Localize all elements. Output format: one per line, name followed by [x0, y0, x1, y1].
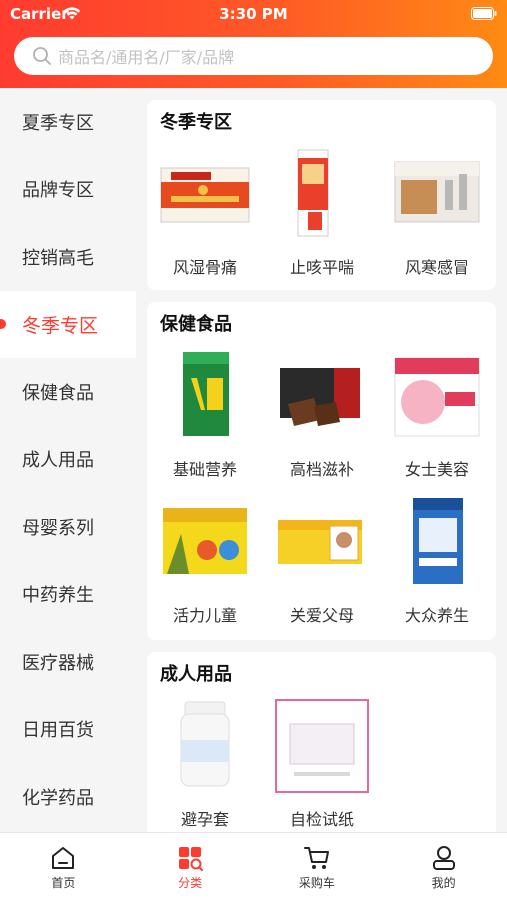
product-name: 基础营养 — [172, 460, 237, 479]
sidebar-item-label: 日用百货 — [22, 720, 94, 742]
product-content: 冬季专区 风湿骨痛 止咳平喘 风寒感冒 保健食品 基础营养 高档滋补 女士美容 … — [136, 88, 507, 832]
product-image — [413, 498, 463, 584]
sidebar-item-label: 中药养生 — [22, 585, 94, 607]
sidebar-item-winter[interactable]: 冬季专区 — [0, 290, 136, 358]
product-name: 关爱父母 — [289, 606, 354, 625]
product-image — [394, 357, 480, 437]
tab-label: 分类 — [178, 876, 203, 890]
sidebar-item-maternal[interactable]: 母婴系列 — [0, 493, 136, 561]
product-name: 风寒感冒 — [404, 258, 469, 277]
sidebar-item-chemical-drugs[interactable]: 化学药品 — [0, 763, 136, 831]
home-icon — [52, 847, 75, 869]
sidebar-item-medical-devices[interactable]: 医疗器械 — [0, 628, 136, 696]
sidebar-item-label: 控销高毛 — [22, 247, 94, 269]
sidebar-item-summer[interactable]: 夏季专区 — [0, 88, 136, 156]
tab-cart[interactable]: 采购车 — [254, 833, 381, 900]
category-icon — [179, 847, 204, 871]
section-card: 保健食品 基础营养 高档滋补 女士美容 活力儿童 关爱父母 大众养生 — [147, 302, 496, 640]
product-image — [394, 161, 480, 223]
product-item[interactable]: 活力儿童 — [155, 494, 255, 626]
tab-label: 首页 — [51, 876, 76, 890]
product-item[interactable]: 止咳平喘 — [272, 146, 372, 278]
bottom-tab-bar: 首页 分类 采购车 我的 — [0, 832, 507, 900]
sidebar-item-label: 医疗器械 — [22, 652, 94, 674]
tab-label: 采购车 — [298, 876, 335, 890]
product-image — [280, 368, 360, 426]
search-icon — [33, 47, 51, 65]
sidebar-item-brand[interactable]: 品牌专区 — [0, 156, 136, 224]
product-item[interactable]: 高档滋补 — [272, 348, 372, 480]
product-name: 风湿骨痛 — [172, 258, 237, 277]
clock: 3:30 PM — [219, 5, 288, 23]
product-name: 高档滋补 — [289, 460, 354, 479]
product-name: 止咳平喘 — [289, 258, 354, 277]
product-item[interactable]: 风寒感冒 — [387, 146, 487, 278]
product-item[interactable]: 风湿骨痛 — [155, 146, 255, 278]
product-item[interactable]: 女士美容 — [387, 348, 487, 480]
product-image — [278, 520, 362, 564]
sidebar-item-health-food[interactable]: 保健食品 — [0, 358, 136, 426]
product-name: 自检试纸 — [289, 810, 354, 829]
product-name: 大众养生 — [404, 606, 469, 625]
sidebar-item-label: 品牌专区 — [22, 180, 94, 202]
product-item[interactable]: 基础营养 — [155, 348, 255, 480]
section-title: 冬季专区 — [160, 112, 232, 133]
sidebar-item-label: 保健食品 — [22, 382, 94, 404]
product-image — [297, 149, 329, 237]
battery-icon — [471, 7, 497, 20]
sidebar-item-label: 化学药品 — [22, 787, 94, 809]
tab-category[interactable]: 分类 — [127, 833, 254, 900]
product-item[interactable]: 自检试纸 — [272, 698, 372, 830]
product-image — [183, 352, 229, 436]
profile-icon — [432, 846, 455, 870]
sidebar-item-label: 成人用品 — [22, 450, 94, 472]
sidebar-item-label: 母婴系列 — [22, 517, 94, 539]
section-title: 保健食品 — [160, 314, 232, 335]
sidebar-item-controlled[interactable]: 控销高毛 — [0, 223, 136, 291]
category-sidebar: 夏季专区 品牌专区 控销高毛 冬季专区 保健食品 成人用品 母婴系列 中药养生 … — [0, 88, 136, 832]
product-item[interactable]: 避孕套 — [155, 698, 255, 830]
sidebar-item-adult[interactable]: 成人用品 — [0, 426, 136, 494]
product-item[interactable]: 大众养生 — [387, 494, 487, 626]
status-bar: Carrier 3:30 PM — [0, 0, 507, 30]
sidebar-item-label: 冬季专区 — [22, 314, 99, 337]
sidebar-item-daily-goods[interactable]: 日用百货 — [0, 696, 136, 764]
product-image — [275, 699, 369, 793]
product-image — [163, 508, 247, 574]
section-title: 成人用品 — [160, 664, 232, 685]
product-item[interactable]: 关爱父母 — [272, 494, 372, 626]
tab-profile[interactable]: 我的 — [380, 833, 507, 900]
search-bar[interactable]: 商品名/通用名/厂家/品牌 — [14, 37, 493, 75]
sidebar-item-label: 夏季专区 — [22, 112, 94, 134]
section-card: 成人用品 避孕套 自检试纸 — [147, 652, 496, 832]
search-placeholder: 商品名/通用名/厂家/品牌 — [58, 48, 235, 67]
product-name: 避孕套 — [180, 810, 229, 829]
cart-icon — [303, 847, 329, 869]
section-card: 冬季专区 风湿骨痛 止咳平喘 风寒感冒 — [147, 100, 496, 290]
product-image — [160, 167, 250, 223]
sidebar-item-tcm[interactable]: 中药养生 — [0, 561, 136, 629]
tab-home[interactable]: 首页 — [0, 833, 127, 900]
product-name: 女士美容 — [404, 460, 469, 479]
app-header: Carrier 3:30 PM 商品名/通用名/厂家/品牌 — [0, 0, 507, 88]
product-image — [180, 701, 230, 787]
product-name: 活力儿童 — [172, 606, 237, 625]
tab-label: 我的 — [431, 876, 456, 890]
